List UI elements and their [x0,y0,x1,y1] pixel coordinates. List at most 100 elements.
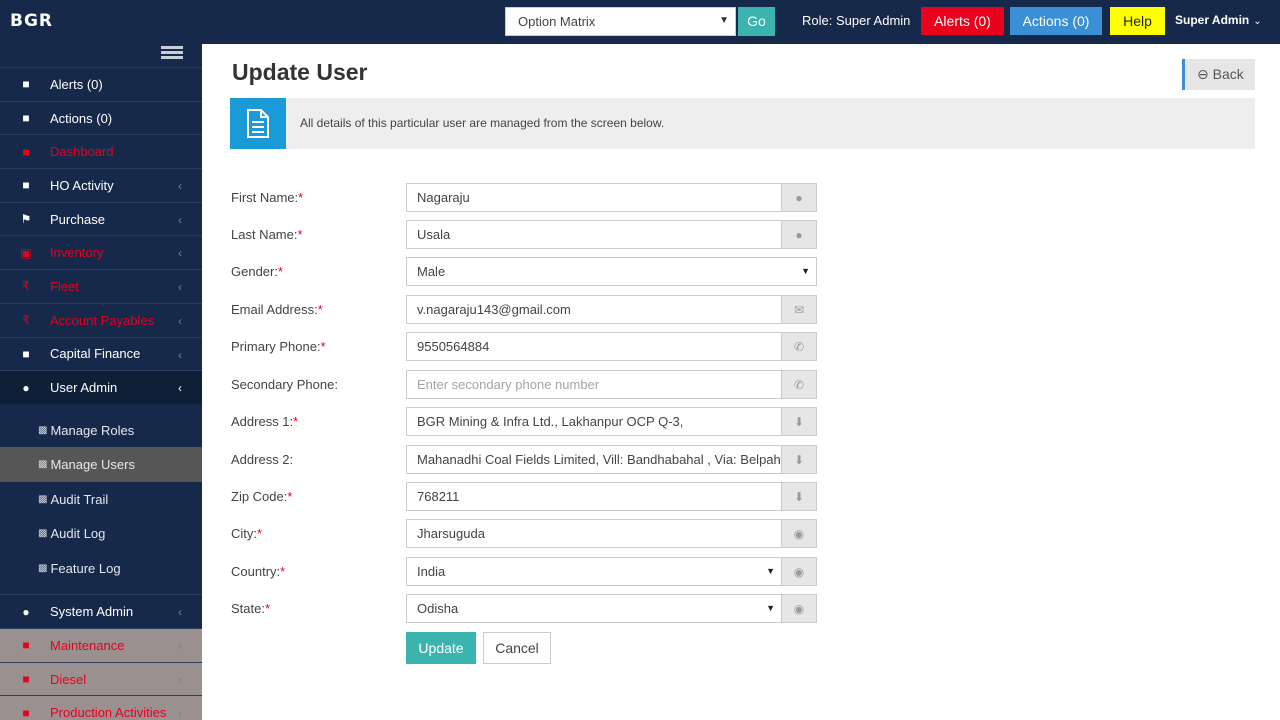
gender-row: Gender:* Male ▼ [202,257,1280,294]
sidebar-item-label: Maintenance [50,637,125,653]
sidebar-subitem-label: Manage Roles [50,422,135,438]
address1-input[interactable]: BGR Mining & Infra Ltd., Lakhanpur OCP Q… [406,407,782,436]
map-marker-icon: ◉ [782,594,817,623]
help-button[interactable]: Help [1110,7,1165,35]
chevron-left-icon: ‹ [178,313,182,328]
area-chart-icon: ■ [22,144,30,159]
sidebar-subitem-manage-roles[interactable]: ▩ Manage Roles [0,413,202,448]
sidebar-item-alerts[interactable]: ■ Alerts (0) [0,67,202,101]
sidebar-item-account-payables[interactable]: ₹ Account Payables ‹ [0,302,202,337]
zip-row: Zip Code:* 768211 ⬇ [202,482,1280,519]
sidebar-item-label: HO Activity [50,177,114,193]
caret-down-icon: ▼ [801,266,810,276]
hamburger-menu-icon[interactable] [161,46,183,62]
chevron-left-icon: ‹ [178,639,182,654]
address2-label: Address 2: [231,452,294,467]
sidebar-item-user-admin[interactable]: ● User Admin ‹ [0,370,202,404]
chevron-left-icon: ‹ [178,212,182,227]
caret-down-icon: ▼ [766,603,775,613]
phone-icon: ✆ [782,370,817,399]
sidebar-item-label: Production Activities [50,705,167,720]
option-matrix-value: Option Matrix [518,14,596,29]
country-select[interactable]: India ▼ [406,557,782,586]
actions-button[interactable]: Actions (0) [1010,7,1102,35]
state-value: Odisha [417,601,459,616]
bar-chart-icon: ▩ [38,424,48,436]
chevron-down-icon: ⌄ [1253,16,1262,27]
sidebar-item-system-admin[interactable]: ● System Admin ‹ [0,594,202,628]
address1-label: Address 1:* [231,414,299,429]
last-name-row: Last Name:* Usala ● [202,220,1280,257]
last-name-input[interactable]: Usala [406,220,782,249]
sidebar-item-inventory[interactable]: ▣ Inventory ‹ [0,235,202,269]
secondary-phone-input[interactable]: Enter secondary phone number [406,370,782,399]
email-input[interactable]: v.nagaraju143@gmail.com [406,295,782,324]
caret-down-icon: ▼ [766,566,775,576]
sidebar-subitem-audit-trail[interactable]: ▩ Audit Trail [0,482,202,517]
state-row: State:* Odisha ▼ ◉ [202,594,1280,631]
sidebar-item-production-activities[interactable]: ■ Production Activities ‹ [0,695,202,720]
sidebar-item-actions[interactable]: ■ Actions (0) [0,100,202,135]
sidebar-item-dashboard[interactable]: ■ Dashboard [0,134,202,168]
cancel-button[interactable]: Cancel [483,632,551,664]
state-select[interactable]: Odisha ▼ [406,594,782,623]
user-icon: ● [782,183,817,212]
area-chart-icon: ■ [22,111,30,126]
city-input[interactable]: Jharsuguda [406,519,782,548]
sidebar-subitem-audit-log[interactable]: ▩ Audit Log [0,516,202,551]
back-label: Back [1212,66,1244,82]
sidebar-item-diesel[interactable]: ■ Diesel ‹ [0,661,202,696]
info-text: All details of this particular user are … [300,116,665,130]
email-label: Email Address:* [231,302,323,317]
update-button[interactable]: Update [406,632,476,664]
sidebar-item-ho-activity[interactable]: ■ HO Activity ‹ [0,168,202,202]
sidebar-item-label: Fleet [50,278,79,294]
back-arrow-icon: ⊖ [1197,66,1209,82]
last-name-label: Last Name:* [231,227,303,242]
go-button[interactable]: Go [738,7,775,36]
gender-select[interactable]: Male ▼ [406,257,817,286]
first-name-label: First Name:* [231,190,304,205]
page-title: Update User [232,59,368,85]
chevron-left-icon: ‹ [178,605,182,620]
area-chart-icon: ■ [22,346,30,361]
sidebar-nav: ■ Alerts (0) ■ Actions (0) ■ Dashboard ■… [0,67,202,720]
alerts-button[interactable]: Alerts (0) [921,7,1004,35]
address2-input[interactable]: Mahanadhi Coal Fields Limited, Vill: Ban… [406,445,782,474]
sidebar-item-fleet[interactable]: ₹ Fleet ‹ [0,269,202,303]
country-row: Country:* India ▼ ◉ [202,557,1280,594]
user-icon: ● [782,220,817,249]
city-label: City:* [231,526,263,541]
document-icon [230,98,286,149]
primary-phone-input[interactable]: 9550564884 [406,332,782,361]
phone-icon: ✆ [782,332,817,361]
first-name-input[interactable]: Nagaraju [406,183,782,212]
bar-chart-icon: ▩ [38,493,48,505]
envelope-icon: ✉ [782,295,817,324]
sidebar-item-capital-finance[interactable]: ■ Capital Finance ‹ [0,336,202,371]
sidebar-subitem-label: Audit Log [50,526,106,542]
primary-phone-row: Primary Phone:* 9550564884 ✆ [202,332,1280,369]
sidebar-item-maintenance[interactable]: ■ Maintenance ‹ [0,628,202,662]
download-icon: ⬇ [782,482,817,511]
sidebar-subitem-feature-log[interactable]: ▩ Feature Log [0,551,202,586]
secondary-phone-label: Secondary Phone: [231,377,338,392]
flag-icon: ⚑ [20,212,32,227]
sidebar-item-purchase[interactable]: ⚑ Purchase ‹ [0,201,202,236]
user-menu[interactable]: Super Admin ⌄ [1175,13,1262,27]
chevron-left-icon: ‹ [178,347,182,362]
caret-down-icon: ▼ [719,15,729,26]
zip-input[interactable]: 768211 [406,482,782,511]
email-row: Email Address:* v.nagaraju143@gmail.com … [202,295,1280,332]
sidebar-subitem-manage-users[interactable]: ▩ Manage Users [0,447,202,482]
area-chart-icon: ■ [22,178,30,193]
primary-phone-label: Primary Phone:* [231,339,326,354]
bgr-logo[interactable]: BGR [10,7,53,35]
role-text: Role: Super Admin [802,13,911,28]
back-button[interactable]: ⊖ Back [1182,59,1255,90]
chevron-left-icon: ‹ [178,246,182,261]
option-matrix-select[interactable]: Option Matrix ▼ [505,7,736,36]
first-name-row: First Name:* Nagaraju ● [202,183,1280,220]
sidebar-item-label: User Admin [50,380,118,396]
sidebar-item-label: Alerts (0) [50,76,103,92]
